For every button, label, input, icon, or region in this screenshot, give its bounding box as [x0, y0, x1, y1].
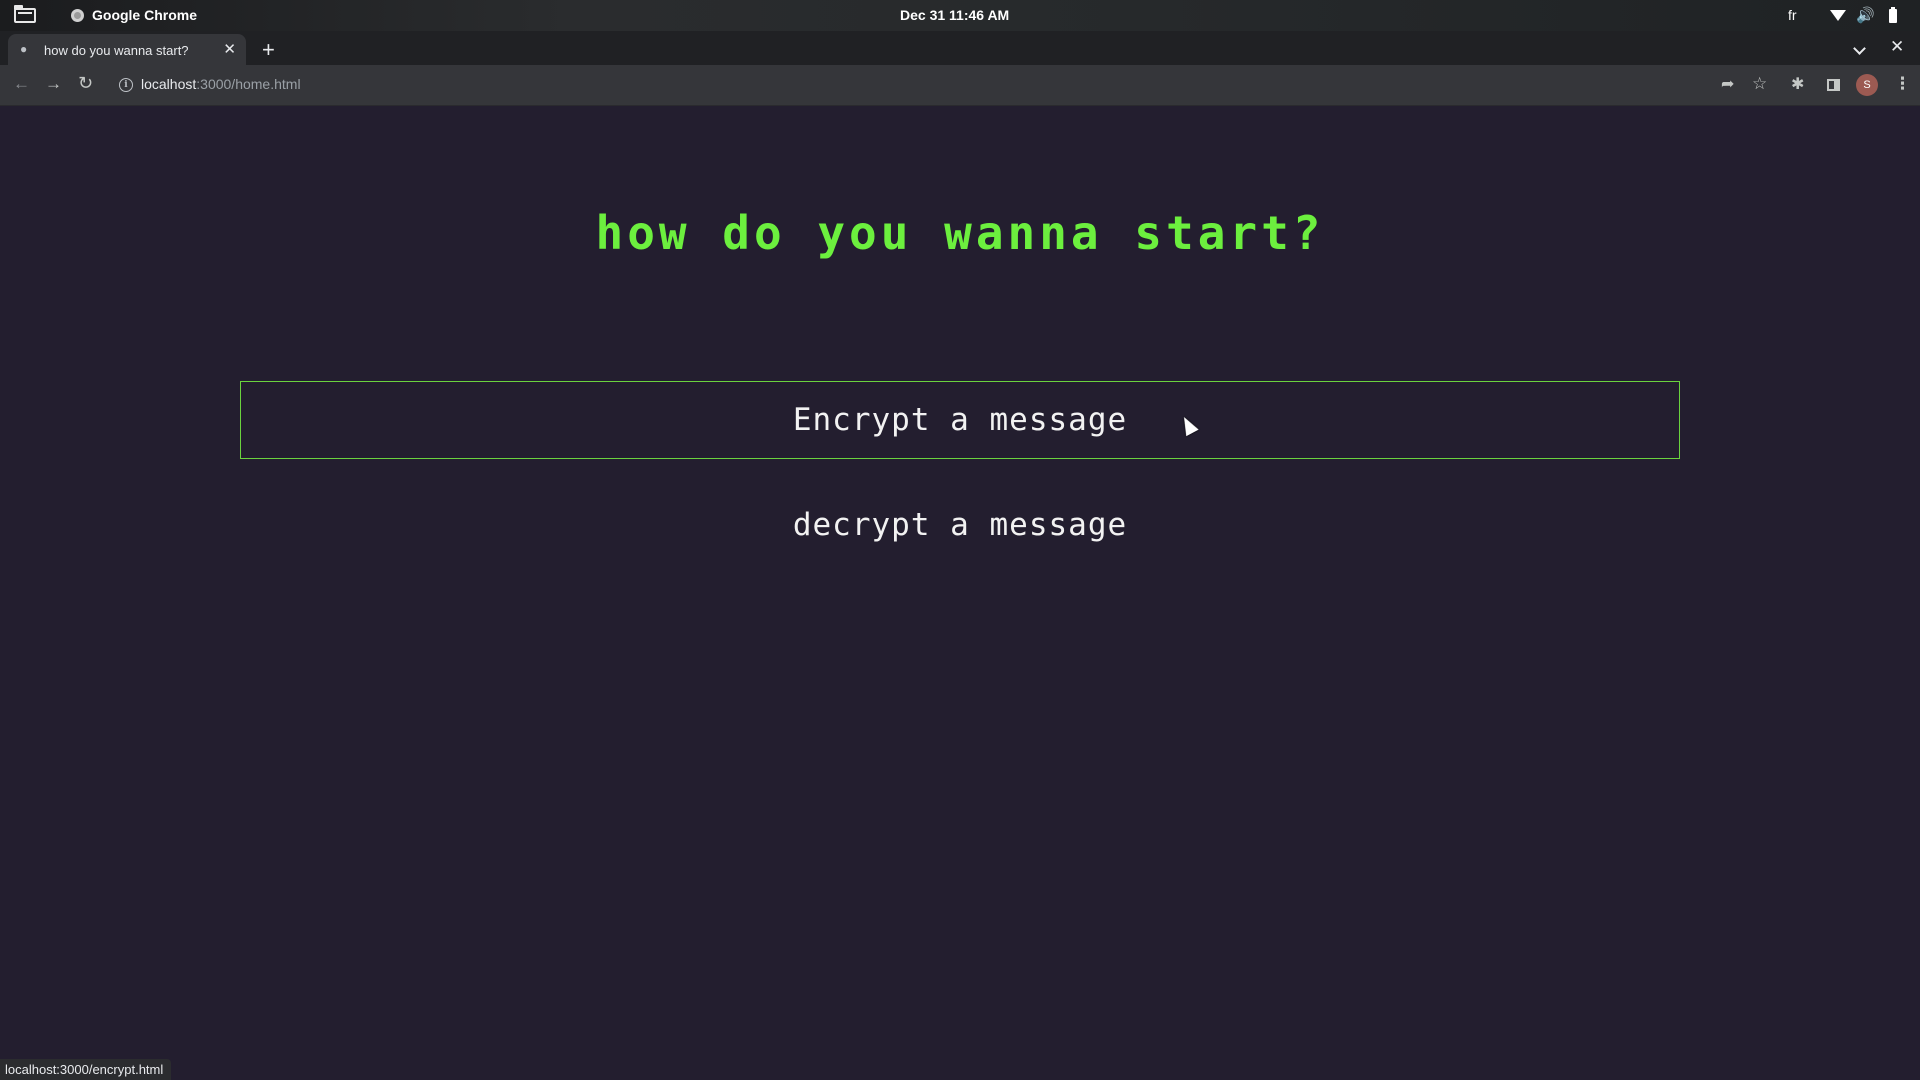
os-top-bar: Google Chrome Dec 31 11:46 AM fr 🔊: [0, 0, 1920, 31]
battery-icon[interactable]: [1889, 7, 1897, 23]
browser-toolbar: ← → ↻ i localhost:3000/home.html ➦ ☆ ✱ S…: [0, 65, 1920, 106]
window-close-icon[interactable]: ✕: [1890, 37, 1904, 57]
tab-close-icon[interactable]: ✕: [223, 40, 236, 58]
chrome-icon: [71, 9, 84, 22]
site-info-icon[interactable]: i: [119, 78, 133, 92]
reload-icon[interactable]: ↻: [78, 73, 93, 94]
volume-icon[interactable]: 🔊: [1856, 6, 1875, 24]
decrypt-message-button[interactable]: decrypt a message: [240, 486, 1680, 564]
wifi-icon[interactable]: [1830, 10, 1846, 21]
tab-favicon-icon: ●: [20, 42, 28, 56]
page-content: how do you wanna start? Encrypt a messag…: [0, 106, 1920, 1080]
tab-strip: ● how do you wanna start? ✕ + ✕: [0, 31, 1920, 65]
menu-icon[interactable]: ⋮: [1894, 74, 1911, 94]
extensions-icon[interactable]: ✱: [1791, 74, 1804, 94]
active-app-name[interactable]: Google Chrome: [92, 7, 197, 23]
keyboard-language[interactable]: fr: [1788, 7, 1797, 23]
share-icon[interactable]: ➦: [1721, 74, 1734, 94]
forward-arrow-icon[interactable]: →: [45, 74, 62, 94]
encrypt-message-button[interactable]: Encrypt a message: [240, 381, 1680, 459]
files-icon[interactable]: [14, 5, 36, 23]
profile-avatar[interactable]: S: [1856, 74, 1878, 96]
side-panel-icon[interactable]: [1827, 79, 1840, 91]
page-heading: how do you wanna start?: [595, 206, 1325, 260]
back-arrow-icon[interactable]: ←: [13, 74, 30, 94]
status-bar-link-preview: localhost:3000/encrypt.html: [0, 1059, 172, 1080]
tab-search-chevron-icon[interactable]: [1853, 42, 1866, 55]
url-host: localhost: [141, 76, 197, 92]
tab-title: how do you wanna start?: [44, 43, 189, 58]
star-icon[interactable]: ☆: [1752, 74, 1767, 94]
system-clock[interactable]: Dec 31 11:46 AM: [900, 7, 1030, 23]
tab-active[interactable]: ● how do you wanna start? ✕: [8, 34, 246, 65]
url-path: :3000/home.html: [196, 76, 301, 92]
new-tab-button[interactable]: +: [262, 37, 275, 63]
address-bar[interactable]: localhost:3000/home.html: [141, 76, 301, 92]
